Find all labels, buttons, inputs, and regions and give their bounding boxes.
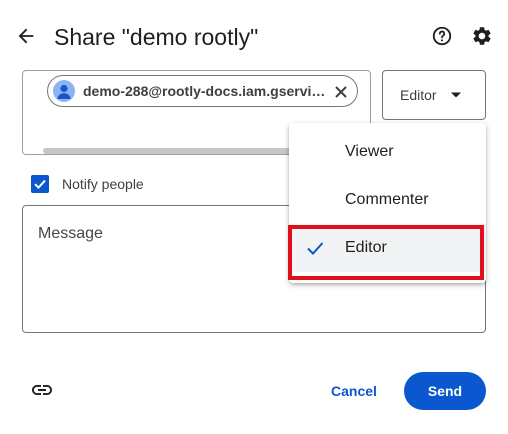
- notify-people-label: Notify people: [62, 176, 144, 192]
- copy-link-button[interactable]: [26, 374, 58, 406]
- share-dialog: Share "demo rootly" demo-288@rootly-docs…: [0, 0, 508, 434]
- recipient-email: demo-288@rootly-docs.iam.gservic...: [83, 83, 327, 99]
- help-button[interactable]: [426, 20, 458, 52]
- role-select-value: Editor: [400, 87, 437, 103]
- notify-people-checkbox[interactable]: [31, 175, 49, 193]
- message-placeholder: Message: [38, 225, 103, 242]
- remove-recipient-button[interactable]: [331, 82, 351, 102]
- person-icon: [57, 84, 71, 99]
- cancel-button[interactable]: Cancel: [318, 372, 390, 410]
- recipient-chip[interactable]: demo-288@rootly-docs.iam.gservic...: [47, 75, 358, 107]
- role-select[interactable]: Editor: [382, 70, 486, 120]
- back-button[interactable]: [10, 20, 42, 52]
- role-option-label: Viewer: [345, 143, 394, 160]
- dropdown-arrow-icon: [451, 92, 461, 98]
- link-icon: [32, 385, 52, 395]
- role-option-commenter[interactable]: Commenter: [289, 176, 486, 224]
- help-icon: [432, 26, 452, 46]
- role-option-viewer[interactable]: Viewer: [289, 128, 486, 176]
- checkmark-icon: [34, 179, 46, 190]
- settings-gear-icon: [473, 27, 491, 45]
- dialog-title: Share "demo rootly": [54, 24, 259, 50]
- role-option-editor[interactable]: Editor: [289, 224, 486, 272]
- role-option-label: Editor: [345, 239, 387, 256]
- close-icon: [335, 86, 347, 98]
- back-arrow-icon: [18, 28, 34, 44]
- role-option-label: Commenter: [345, 191, 429, 208]
- check-icon: [307, 242, 324, 255]
- send-button[interactable]: Send: [404, 372, 486, 410]
- role-menu: Viewer Commenter Editor: [289, 123, 486, 283]
- avatar: [53, 80, 75, 102]
- settings-button[interactable]: [466, 20, 498, 52]
